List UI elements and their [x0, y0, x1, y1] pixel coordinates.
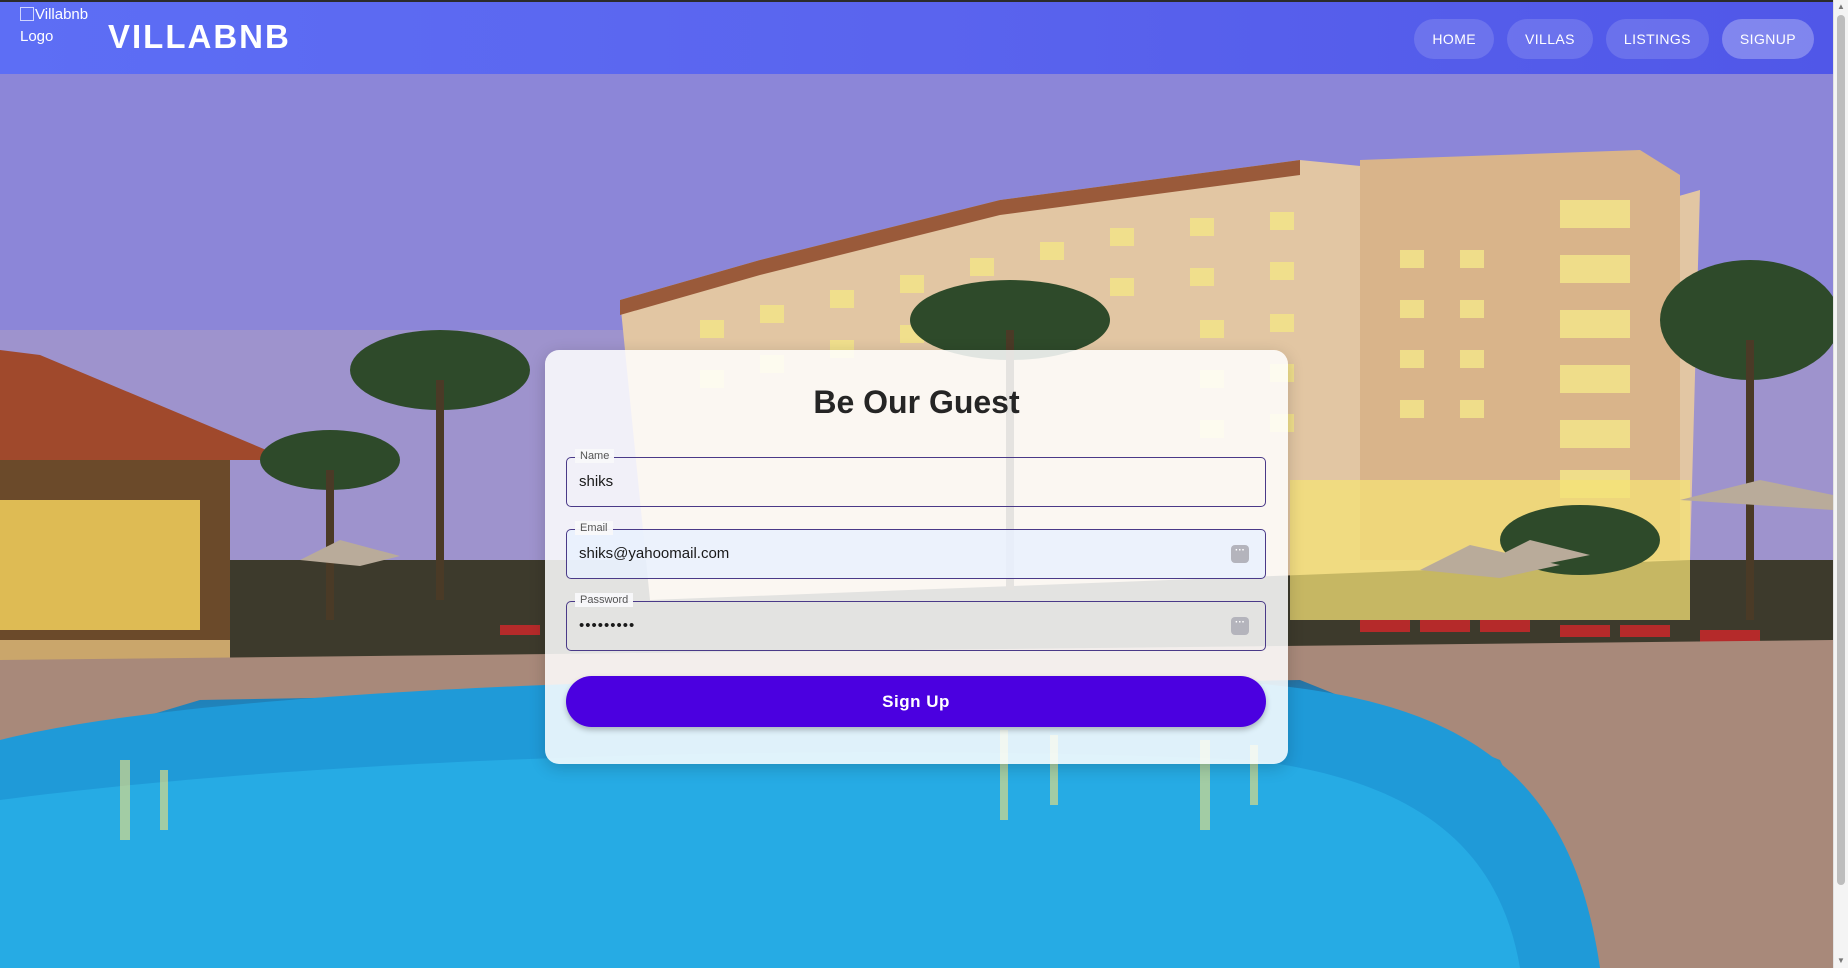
page-viewport: Villabnb Logo VILLABNB HOME VILLAS LISTI…	[0, 0, 1833, 968]
nav-links: HOME VILLAS LISTINGS SIGNUP	[1414, 19, 1814, 59]
scroll-thumb[interactable]	[1837, 15, 1845, 885]
brand-title[interactable]: VILLABNB	[108, 18, 291, 56]
signup-card: Be Our Guest Name shiks Email shiks@yaho…	[545, 350, 1288, 764]
nav-signup-button[interactable]: SIGNUP	[1721, 19, 1814, 59]
form-title: Be Our Guest	[813, 384, 1020, 420]
scroll-up-arrow-icon[interactable]: ▲	[1836, 2, 1846, 12]
top-navbar: Villabnb Logo VILLABNB HOME VILLAS LISTI…	[0, 0, 1833, 74]
vertical-scrollbar[interactable]: ▲ ▼	[1833, 0, 1848, 968]
email-input[interactable]: shiks@yahoomail.com	[579, 530, 1221, 578]
name-input[interactable]: shiks	[579, 458, 1221, 506]
signup-submit-button[interactable]: Sign Up	[566, 676, 1266, 727]
nav-villas-button[interactable]: VILLAS	[1507, 19, 1593, 59]
nav-home-button[interactable]: HOME	[1414, 19, 1495, 59]
pool-water-light	[0, 752, 1520, 968]
pavilion-lights	[0, 500, 200, 630]
email-field[interactable]: Email shiks@yahoomail.com ···	[566, 521, 1266, 579]
autofill-key-icon[interactable]: ···	[1231, 617, 1249, 635]
scroll-down-arrow-icon[interactable]: ▼	[1836, 956, 1846, 966]
broken-image-icon	[20, 7, 34, 21]
autofill-key-icon[interactable]: ···	[1231, 545, 1249, 563]
nav-listings-button[interactable]: LISTINGS	[1605, 19, 1709, 59]
name-field[interactable]: Name shiks	[566, 449, 1266, 507]
logo-image[interactable]: Villabnb Logo	[20, 4, 100, 48]
password-input[interactable]: •••••••••	[579, 602, 1221, 650]
password-field[interactable]: Password ••••••••• ···	[566, 593, 1266, 651]
